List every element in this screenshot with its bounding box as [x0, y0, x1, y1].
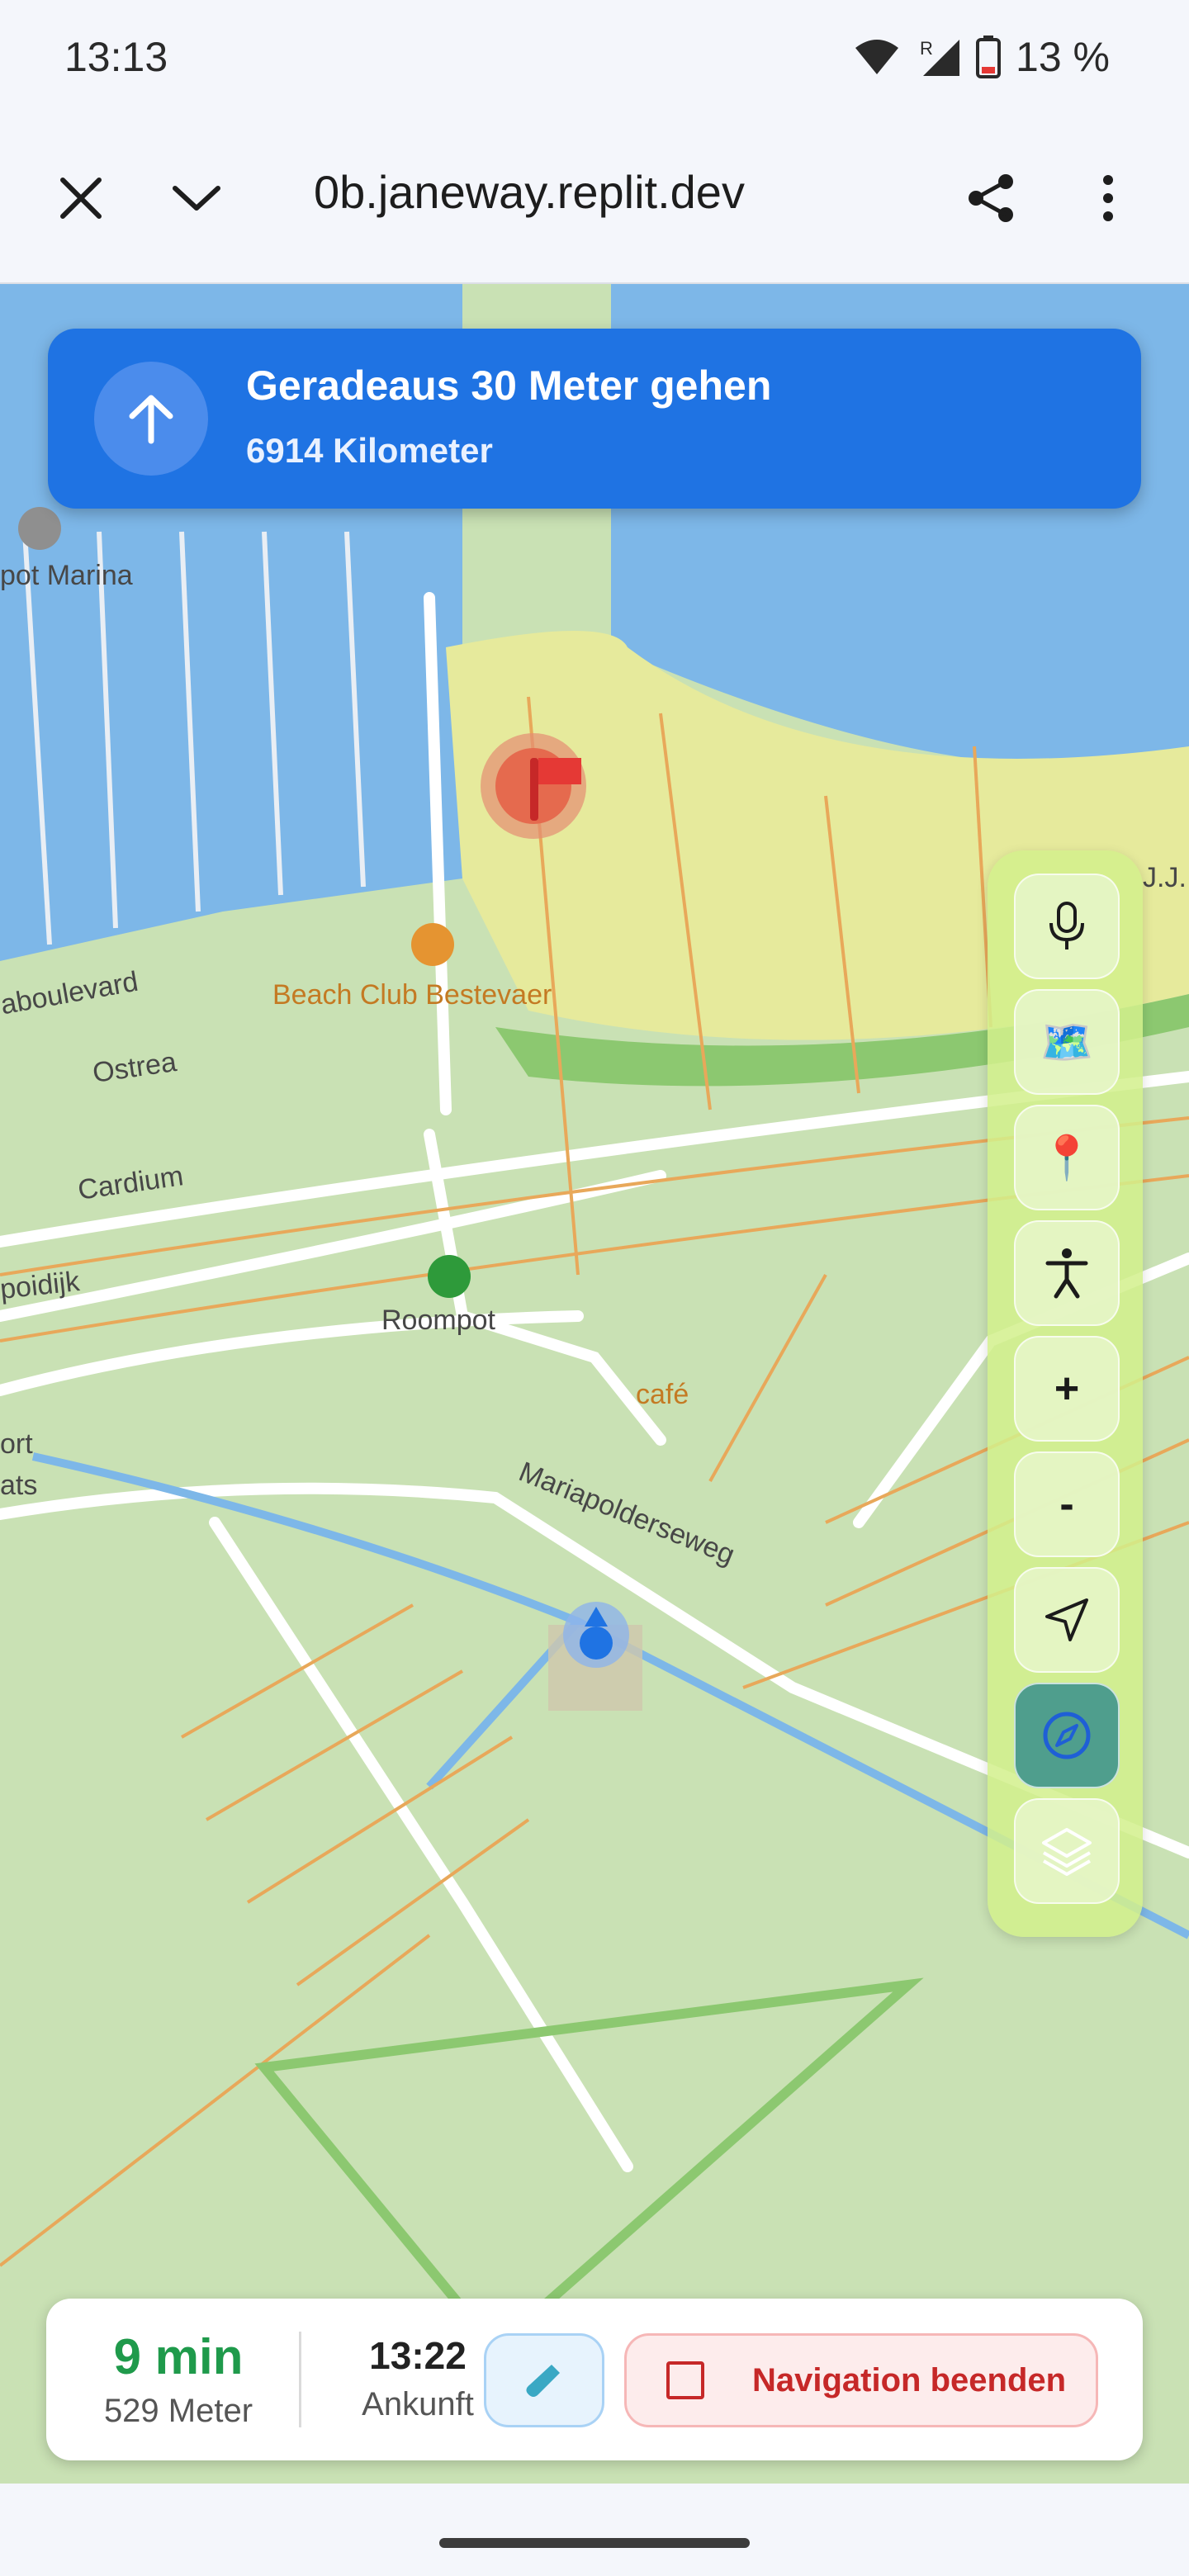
wifi-icon [855, 40, 899, 74]
map-icon: 🗺️ [1040, 1018, 1094, 1067]
microphone-icon [1049, 902, 1084, 949]
chevron-down-icon [173, 186, 220, 211]
remaining-distance: 529 Meter [103, 2393, 253, 2429]
end-navigation-label: Navigation beenden [752, 2361, 1067, 2398]
gesture-handle[interactable] [439, 2538, 750, 2548]
close-icon [60, 178, 102, 219]
svg-text:R: R [920, 38, 933, 59]
signal-roaming-icon: R [920, 38, 960, 76]
status-right: R 13 % [854, 33, 1110, 81]
poi-button[interactable]: 📍 [1014, 1105, 1120, 1210]
navigation-instruction-banner: Geradeaus 30 Meter gehen 6914 Kilometer [48, 329, 1141, 509]
battery-low-icon [976, 36, 1002, 78]
share-icon [969, 174, 1013, 222]
url-text[interactable]: 0b.janeway.replit.dev [314, 165, 745, 219]
map-label-cafe: café [636, 1379, 689, 1410]
test-button[interactable] [484, 2333, 604, 2427]
divider [299, 2332, 301, 2427]
arrival-time: 13:22 [369, 2334, 467, 2377]
zoom-out-button[interactable]: - [1014, 1451, 1120, 1557]
pin-icon: 📍 [1040, 1134, 1094, 1182]
end-navigation-button[interactable]: Navigation beenden [624, 2333, 1098, 2427]
remaining-time: 9 min [113, 2329, 244, 2384]
map-controls-panel: 🗺️ 📍 + - [988, 850, 1143, 1937]
status-bar: 13:13 R 13 % [0, 0, 1189, 116]
system-nav-bar [0, 2484, 1189, 2576]
zoom-in-button[interactable]: + [1014, 1336, 1120, 1442]
arrow-up-icon [94, 362, 208, 476]
locate-button[interactable] [1014, 1567, 1120, 1673]
map-style-button[interactable]: 🗺️ [1014, 989, 1120, 1095]
map-label-beach-club: Beach Club Bestevaer [272, 979, 552, 1011]
collapse-button[interactable] [157, 159, 236, 238]
map-label-marina: pot Marina [0, 560, 133, 591]
status-time: 13:13 [64, 34, 168, 80]
battery-percent: 13 % [1016, 34, 1110, 80]
close-button[interactable] [41, 159, 121, 238]
layers-button[interactable] [1014, 1798, 1120, 1904]
locate-icon [1045, 1598, 1088, 1641]
instruction-text: Geradeaus 30 Meter gehen [246, 362, 772, 409]
stop-icon [666, 2361, 704, 2399]
instruction-distance: 6914 Kilometer [246, 431, 493, 470]
share-button[interactable] [951, 159, 1030, 238]
test-tube-icon [526, 2365, 560, 2397]
layers-icon [1042, 1828, 1092, 1876]
map-label-ort: ort [0, 1428, 33, 1460]
voice-button[interactable] [1014, 874, 1120, 979]
map-label-ats: ats [0, 1470, 38, 1501]
compass-button[interactable] [1014, 1683, 1120, 1788]
map-label-jv: J.J. v [1143, 862, 1189, 893]
more-vert-icon [1103, 175, 1113, 221]
trip-summary-card: 9 min 529 Meter 13:22 Ankunft Navigation… [46, 2299, 1143, 2460]
browser-toolbar: 0b.janeway.replit.dev [0, 116, 1189, 285]
accessibility-button[interactable] [1014, 1220, 1120, 1326]
arrival-label: Ankunft [362, 2386, 474, 2422]
more-button[interactable] [1068, 159, 1148, 238]
accessibility-icon [1045, 1248, 1088, 1299]
compass-icon [1043, 1712, 1091, 1759]
map-label-roompot: Roompot [381, 1305, 495, 1336]
